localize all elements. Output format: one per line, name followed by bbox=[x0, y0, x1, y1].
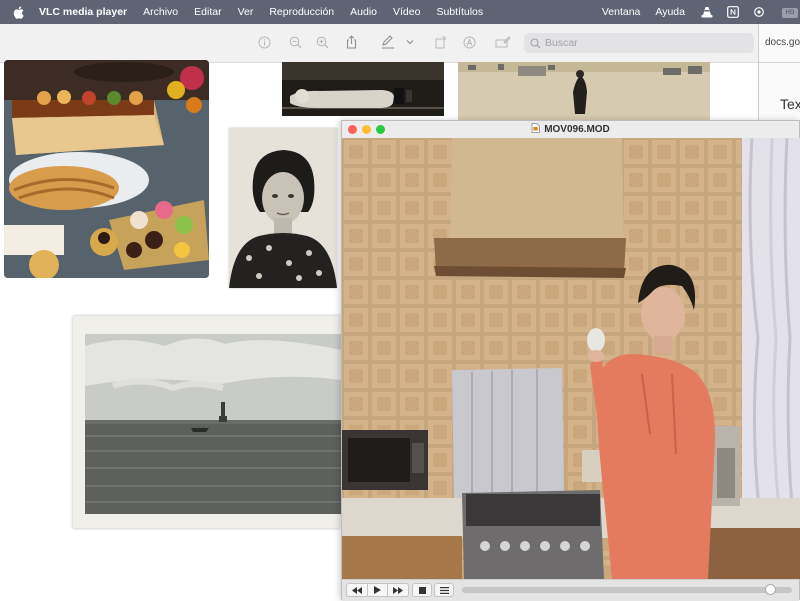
vlc-titlebar[interactable]: MOV096.MOD bbox=[342, 121, 799, 139]
docs-url[interactable]: docs.goo bbox=[765, 37, 800, 48]
vlc-cone-icon[interactable] bbox=[700, 5, 714, 19]
chevron-down-icon[interactable] bbox=[405, 35, 415, 49]
vlc-window: MOV096.MOD bbox=[341, 120, 800, 601]
menu-archivo[interactable]: Archivo bbox=[143, 6, 178, 18]
zoom-out-icon[interactable] bbox=[288, 35, 302, 49]
markup-icon[interactable] bbox=[381, 35, 395, 49]
info-icon[interactable] bbox=[257, 35, 271, 49]
video-frame[interactable] bbox=[342, 138, 800, 579]
menu-editar[interactable]: Editar bbox=[194, 6, 221, 18]
apple-icon[interactable] bbox=[13, 5, 27, 19]
annotate-icon[interactable] bbox=[462, 35, 476, 49]
vlc-control-bar bbox=[342, 579, 799, 601]
beach-photo[interactable] bbox=[458, 62, 710, 120]
movie-file-icon bbox=[531, 123, 541, 136]
stop-button[interactable] bbox=[412, 583, 432, 597]
form-icon[interactable] bbox=[495, 35, 511, 49]
notion-icon[interactable] bbox=[726, 5, 740, 19]
vlc-window-title: MOV096.MOD bbox=[342, 123, 799, 136]
menu-subtitulos[interactable]: Subtítulos bbox=[436, 6, 483, 18]
pastries-photo[interactable] bbox=[4, 60, 209, 278]
statue-photo[interactable] bbox=[282, 62, 444, 116]
menu-bar: VLC media player Archivo Editar Ver Repr… bbox=[0, 0, 800, 24]
harbor-photo[interactable] bbox=[73, 316, 341, 528]
hd-badge: HD bbox=[778, 5, 800, 19]
docs-divider bbox=[759, 62, 800, 63]
menu-ayuda[interactable]: Ayuda bbox=[655, 6, 685, 18]
menu-audio[interactable]: Audio bbox=[350, 6, 377, 18]
vlc-title-text: MOV096.MOD bbox=[544, 124, 610, 135]
portrait-photo[interactable] bbox=[229, 128, 337, 288]
hd-badge-text: HD bbox=[782, 8, 798, 18]
search-icon bbox=[530, 37, 541, 49]
zoom-in-icon[interactable] bbox=[315, 35, 329, 49]
control-center-icon[interactable] bbox=[752, 5, 766, 19]
fast-forward-button[interactable] bbox=[387, 583, 409, 597]
seek-slider-knob[interactable] bbox=[765, 584, 776, 595]
search-input[interactable]: Buscar bbox=[524, 33, 754, 53]
play-button[interactable] bbox=[367, 583, 388, 597]
rewind-button[interactable] bbox=[346, 583, 368, 597]
menu-ver[interactable]: Ver bbox=[238, 6, 254, 18]
docs-text-button[interactable]: Text bbox=[780, 96, 800, 112]
search-placeholder: Buscar bbox=[545, 37, 578, 49]
menu-ventana[interactable]: Ventana bbox=[602, 6, 641, 18]
playlist-button[interactable] bbox=[434, 583, 454, 597]
share-icon[interactable] bbox=[344, 35, 358, 49]
seek-slider[interactable] bbox=[462, 584, 792, 595]
rotate-icon[interactable] bbox=[433, 35, 447, 49]
menu-app-name[interactable]: VLC media player bbox=[39, 6, 127, 18]
viewer-toolbar: Buscar bbox=[0, 24, 758, 63]
menu-reproduccion[interactable]: Reproducción bbox=[269, 6, 334, 18]
menu-video[interactable]: Vídeo bbox=[393, 6, 420, 18]
